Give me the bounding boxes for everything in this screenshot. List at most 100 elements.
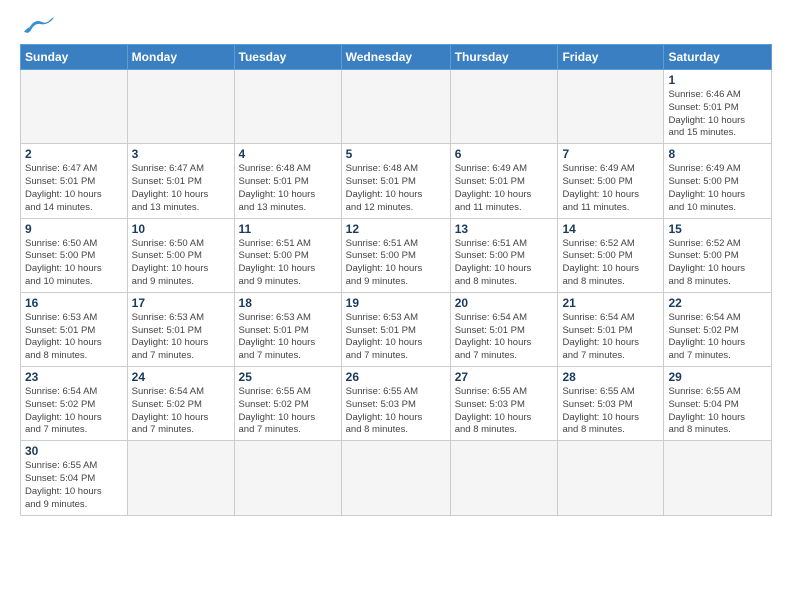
day-number: 3 <box>132 147 230 161</box>
calendar-week-row: 23Sunrise: 6:54 AM Sunset: 5:02 PM Dayli… <box>21 367 772 441</box>
day-info: Sunrise: 6:53 AM Sunset: 5:01 PM Dayligh… <box>132 312 230 363</box>
day-info: Sunrise: 6:54 AM Sunset: 5:02 PM Dayligh… <box>25 386 123 437</box>
calendar-day-cell <box>234 441 341 515</box>
day-info: Sunrise: 6:54 AM Sunset: 5:02 PM Dayligh… <box>132 386 230 437</box>
day-info: Sunrise: 6:51 AM Sunset: 5:00 PM Dayligh… <box>239 238 337 289</box>
calendar-day-cell: 29 Sunrise: 6:55 AM Sunset: 5:04 PM Dayli… <box>664 367 772 441</box>
day-info: Sunrise: 6:54 AM Sunset: 5:02 PM Dayligh… <box>668 312 767 363</box>
day-number: 27 <box>455 370 554 384</box>
calendar-day-cell: 8 Sunrise: 6:49 AM Sunset: 5:00 PM Daylig… <box>664 144 772 218</box>
day-number: 17 <box>132 296 230 310</box>
day-number: 22 <box>668 296 767 310</box>
day-number: 28 <box>562 370 659 384</box>
logo <box>20 16 54 38</box>
weekday-header-sunday: Sunday <box>21 45 128 70</box>
calendar-table: SundayMondayTuesdayWednesdayThursdayFrid… <box>20 44 772 516</box>
day-info: Sunrise: 6:51 AM Sunset: 5:00 PM Dayligh… <box>455 238 554 289</box>
calendar-day-cell: 3Sunrise: 6:47 AM Sunset: 5:01 PM Daylig… <box>127 144 234 218</box>
day-number: 24 <box>132 370 230 384</box>
day-number: 14 <box>562 222 659 236</box>
day-info: Sunrise: 6:53 AM Sunset: 5:01 PM Dayligh… <box>25 312 123 363</box>
calendar-day-cell: 13 Sunrise: 6:51 AM Sunset: 5:00 PM Dayli… <box>450 218 558 292</box>
day-info: Sunrise: 6:55 AM Sunset: 5:04 PM Dayligh… <box>25 460 123 511</box>
calendar-day-cell <box>558 70 664 144</box>
day-number: 8 <box>668 147 767 161</box>
calendar-day-cell: 25 Sunrise: 6:55 AM Sunset: 5:02 PM Dayli… <box>234 367 341 441</box>
day-number: 13 <box>455 222 554 236</box>
calendar-day-cell: 14 Sunrise: 6:52 AM Sunset: 5:00 PM Dayli… <box>558 218 664 292</box>
day-number: 11 <box>239 222 337 236</box>
weekday-header-wednesday: Wednesday <box>341 45 450 70</box>
day-number: 16 <box>25 296 123 310</box>
day-info: Sunrise: 6:46 AM Sunset: 5:01 PM Dayligh… <box>668 89 767 140</box>
day-info: Sunrise: 6:51 AM Sunset: 5:00 PM Dayligh… <box>346 238 446 289</box>
day-info: Sunrise: 6:49 AM Sunset: 5:00 PM Dayligh… <box>668 163 767 214</box>
weekday-header-thursday: Thursday <box>450 45 558 70</box>
weekday-header-row: SundayMondayTuesdayWednesdayThursdayFrid… <box>21 45 772 70</box>
day-info: Sunrise: 6:55 AM Sunset: 5:03 PM Dayligh… <box>346 386 446 437</box>
calendar-day-cell: 20 Sunrise: 6:54 AM Sunset: 5:01 PM Dayli… <box>450 292 558 366</box>
calendar-day-cell <box>21 70 128 144</box>
calendar-day-cell: 22 Sunrise: 6:54 AM Sunset: 5:02 PM Dayli… <box>664 292 772 366</box>
weekday-header-friday: Friday <box>558 45 664 70</box>
day-info: Sunrise: 6:49 AM Sunset: 5:00 PM Dayligh… <box>562 163 659 214</box>
day-number: 26 <box>346 370 446 384</box>
day-info: Sunrise: 6:52 AM Sunset: 5:00 PM Dayligh… <box>668 238 767 289</box>
calendar-day-cell: 5Sunrise: 6:48 AM Sunset: 5:01 PM Daylig… <box>341 144 450 218</box>
weekday-header-monday: Monday <box>127 45 234 70</box>
calendar-day-cell: 11 Sunrise: 6:51 AM Sunset: 5:00 PM Dayli… <box>234 218 341 292</box>
calendar-day-cell: 26 Sunrise: 6:55 AM Sunset: 5:03 PM Dayli… <box>341 367 450 441</box>
calendar-day-cell: 1 Sunrise: 6:46 AM Sunset: 5:01 PM Daylig… <box>664 70 772 144</box>
day-info: Sunrise: 6:53 AM Sunset: 5:01 PM Dayligh… <box>239 312 337 363</box>
calendar-week-row: 1 Sunrise: 6:46 AM Sunset: 5:01 PM Daylig… <box>21 70 772 144</box>
calendar-day-cell <box>127 70 234 144</box>
day-number: 10 <box>132 222 230 236</box>
day-info: Sunrise: 6:48 AM Sunset: 5:01 PM Dayligh… <box>346 163 446 214</box>
day-number: 21 <box>562 296 659 310</box>
day-info: Sunrise: 6:52 AM Sunset: 5:00 PM Dayligh… <box>562 238 659 289</box>
calendar-week-row: 9Sunrise: 6:50 AM Sunset: 5:00 PM Daylig… <box>21 218 772 292</box>
day-number: 12 <box>346 222 446 236</box>
calendar-day-cell: 16 Sunrise: 6:53 AM Sunset: 5:01 PM Dayli… <box>21 292 128 366</box>
day-number: 18 <box>239 296 337 310</box>
calendar-day-cell: 27 Sunrise: 6:55 AM Sunset: 5:03 PM Dayli… <box>450 367 558 441</box>
calendar-day-cell: 21 Sunrise: 6:54 AM Sunset: 5:01 PM Dayli… <box>558 292 664 366</box>
calendar-day-cell <box>341 70 450 144</box>
calendar-day-cell <box>450 441 558 515</box>
day-number: 1 <box>668 73 767 87</box>
calendar-day-cell: 30Sunrise: 6:55 AM Sunset: 5:04 PM Dayli… <box>21 441 128 515</box>
calendar-day-cell: 18 Sunrise: 6:53 AM Sunset: 5:01 PM Dayli… <box>234 292 341 366</box>
calendar-day-cell: 23Sunrise: 6:54 AM Sunset: 5:02 PM Dayli… <box>21 367 128 441</box>
calendar-day-cell: 19Sunrise: 6:53 AM Sunset: 5:01 PM Dayli… <box>341 292 450 366</box>
day-number: 29 <box>668 370 767 384</box>
day-info: Sunrise: 6:54 AM Sunset: 5:01 PM Dayligh… <box>562 312 659 363</box>
day-info: Sunrise: 6:48 AM Sunset: 5:01 PM Dayligh… <box>239 163 337 214</box>
day-number: 15 <box>668 222 767 236</box>
calendar-day-cell <box>450 70 558 144</box>
day-number: 6 <box>455 147 554 161</box>
weekday-header-tuesday: Tuesday <box>234 45 341 70</box>
day-number: 20 <box>455 296 554 310</box>
calendar-day-cell: 24 Sunrise: 6:54 AM Sunset: 5:02 PM Dayli… <box>127 367 234 441</box>
calendar-day-cell <box>341 441 450 515</box>
day-number: 25 <box>239 370 337 384</box>
calendar-day-cell: 9Sunrise: 6:50 AM Sunset: 5:00 PM Daylig… <box>21 218 128 292</box>
day-info: Sunrise: 6:50 AM Sunset: 5:00 PM Dayligh… <box>25 238 123 289</box>
calendar-day-cell: 28Sunrise: 6:55 AM Sunset: 5:03 PM Dayli… <box>558 367 664 441</box>
calendar-day-cell: 10 Sunrise: 6:50 AM Sunset: 5:00 PM Dayli… <box>127 218 234 292</box>
day-info: Sunrise: 6:55 AM Sunset: 5:03 PM Dayligh… <box>455 386 554 437</box>
calendar-day-cell: 15 Sunrise: 6:52 AM Sunset: 5:00 PM Dayli… <box>664 218 772 292</box>
day-info: Sunrise: 6:55 AM Sunset: 5:02 PM Dayligh… <box>239 386 337 437</box>
day-info: Sunrise: 6:50 AM Sunset: 5:00 PM Dayligh… <box>132 238 230 289</box>
day-info: Sunrise: 6:49 AM Sunset: 5:01 PM Dayligh… <box>455 163 554 214</box>
calendar-day-cell <box>127 441 234 515</box>
day-number: 2 <box>25 147 123 161</box>
calendar-day-cell: 7Sunrise: 6:49 AM Sunset: 5:00 PM Daylig… <box>558 144 664 218</box>
day-info: Sunrise: 6:53 AM Sunset: 5:01 PM Dayligh… <box>346 312 446 363</box>
day-info: Sunrise: 6:54 AM Sunset: 5:01 PM Dayligh… <box>455 312 554 363</box>
day-number: 4 <box>239 147 337 161</box>
calendar-day-cell: 17 Sunrise: 6:53 AM Sunset: 5:01 PM Dayli… <box>127 292 234 366</box>
calendar-day-cell: 2Sunrise: 6:47 AM Sunset: 5:01 PM Daylig… <box>21 144 128 218</box>
calendar-day-cell <box>234 70 341 144</box>
day-info: Sunrise: 6:55 AM Sunset: 5:04 PM Dayligh… <box>668 386 767 437</box>
